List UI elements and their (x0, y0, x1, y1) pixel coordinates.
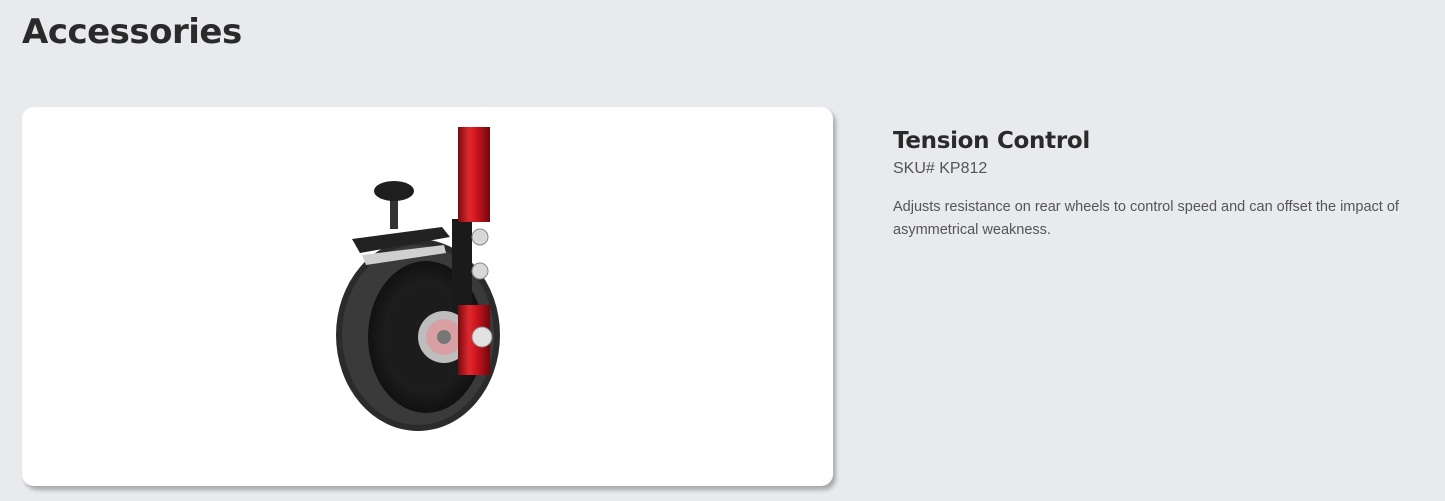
product-image-card[interactable] (22, 107, 833, 486)
page-title: Accessories (22, 12, 242, 52)
product-name: Tension Control (893, 128, 1090, 154)
product-sku: SKU# KP812 (893, 160, 988, 177)
product-description: Adjusts resistance on rear wheels to con… (893, 199, 1399, 238)
wheel-tension-control-image (336, 127, 500, 431)
product-info: Tension Control SKU# KP812 Adjusts resis… (893, 128, 1433, 242)
